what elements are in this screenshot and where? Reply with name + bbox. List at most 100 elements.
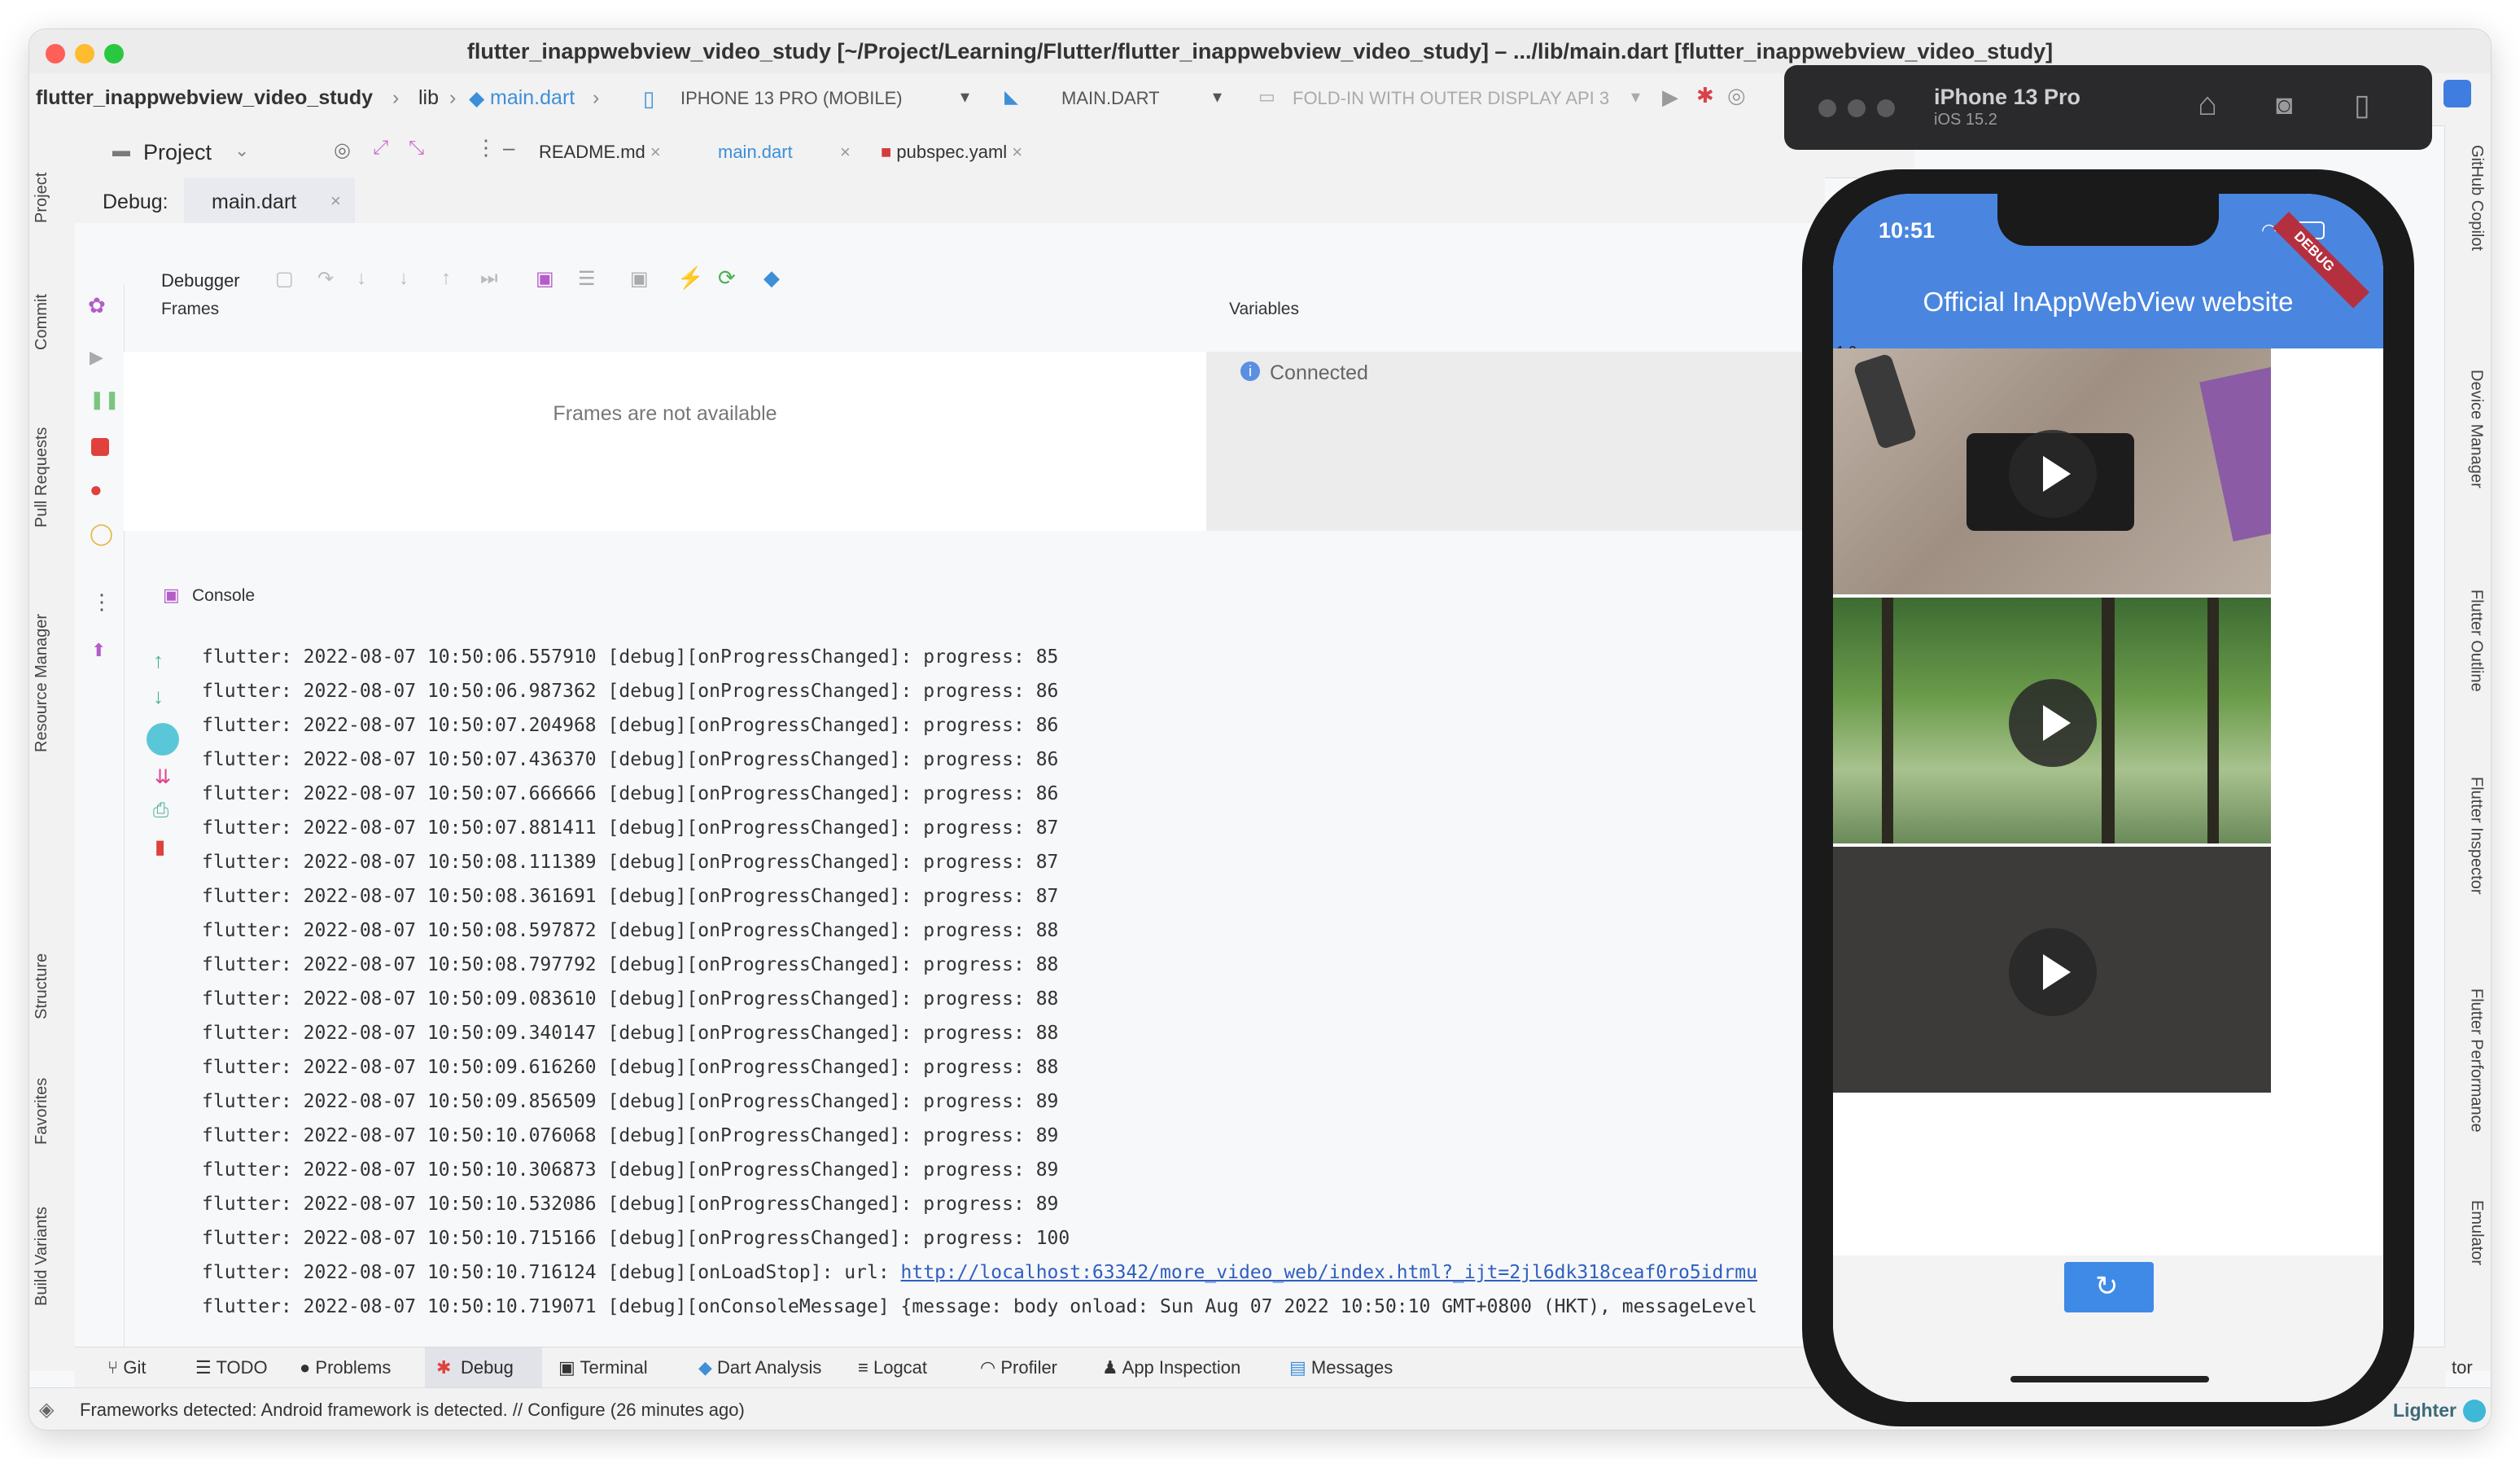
- reload-button[interactable]: ↻: [2064, 1262, 2154, 1312]
- tab-project[interactable]: Project: [33, 173, 51, 223]
- simulator-toolbar: iPhone 13 Pro iOS 15.2 ⌂ ◙ ▯: [1784, 65, 2432, 150]
- editor-tabs: README.md × main.dart × ■ pubspec.yaml ×: [531, 125, 1914, 180]
- sim-zoom-button[interactable]: [1877, 99, 1895, 117]
- more-icon[interactable]: ⋮: [91, 589, 112, 615]
- tab-structure[interactable]: Structure: [33, 953, 51, 1019]
- messages-label: Messages: [1310, 1357, 1393, 1378]
- frames-panel: Frames are not available: [124, 352, 1206, 531]
- sim-minimize-button[interactable]: [1848, 99, 1866, 117]
- collapse-icon[interactable]: ⤡: [409, 137, 424, 160]
- run-icon[interactable]: ▶: [1662, 85, 1678, 110]
- project-panel-title[interactable]: Project: [143, 140, 212, 165]
- video-player[interactable]: [1833, 348, 2271, 594]
- tab-resource-manager[interactable]: Resource Manager: [33, 614, 51, 752]
- tab-flutter-performance[interactable]: Flutter Performance: [2467, 988, 2486, 1133]
- tab-app-inspection[interactable]: ♟ App Inspection: [1102, 1357, 1240, 1378]
- tab-emulator[interactable]: Emulator: [2467, 1200, 2486, 1265]
- print-icon[interactable]: ⎙: [153, 800, 168, 822]
- run-config-selector[interactable]: ◣ MAIN.DART ▾: [993, 80, 1237, 116]
- tab-git[interactable]: ⑂ Git: [107, 1357, 146, 1378]
- status-message[interactable]: Frameworks detected: Android framework i…: [80, 1400, 745, 1421]
- scroll-to-end-icon[interactable]: ⇊: [155, 765, 171, 789]
- pin-icon[interactable]: ⬆: [91, 640, 106, 661]
- account-icon[interactable]: [2443, 80, 2471, 107]
- play-icon[interactable]: [2009, 430, 2097, 518]
- tab-build-variants[interactable]: Build Variants: [33, 1207, 51, 1306]
- close-icon[interactable]: ×: [1012, 142, 1022, 162]
- tab-main-dart[interactable]: main.dart ×: [710, 125, 864, 180]
- pause-icon[interactable]: ❚❚: [90, 389, 120, 410]
- tab-debug[interactable]: ✱ Debug: [425, 1347, 542, 1388]
- layers-icon[interactable]: ◈: [39, 1398, 54, 1422]
- breadcrumb-project[interactable]: flutter_inappwebview_video_study: [36, 86, 373, 110]
- console-tab[interactable]: Console: [192, 586, 255, 606]
- tab-emulator-fragment[interactable]: tor: [2452, 1357, 2473, 1378]
- tab-favorites[interactable]: Favorites: [33, 1078, 51, 1145]
- screenshot-camera-icon[interactable]: ◙: [2276, 90, 2293, 121]
- close-icon[interactable]: ×: [840, 142, 851, 163]
- mute-breakpoints-icon[interactable]: ◯: [90, 521, 113, 546]
- console-line: flutter: 2022-08-07 10:50:09.083610 [deb…: [202, 988, 1059, 1010]
- clear-console-icon[interactable]: ▮: [155, 835, 165, 859]
- stop-icon[interactable]: [91, 438, 109, 456]
- console-line: flutter: 2022-08-07 10:50:10.306873 [deb…: [202, 1159, 1059, 1181]
- attach-icon[interactable]: ◎: [1727, 83, 1746, 108]
- debug-tab-main-dart[interactable]: main.dart ×: [184, 177, 355, 226]
- tab-flutter-inspector[interactable]: Flutter Inspector: [2467, 777, 2486, 895]
- chevron-down-icon: ▾: [960, 86, 970, 107]
- phone-icon: ▯: [643, 86, 655, 111]
- video-player[interactable]: [1833, 598, 2271, 843]
- scroll-down-icon[interactable]: ↓: [153, 684, 164, 709]
- sim-close-button[interactable]: [1818, 99, 1836, 117]
- debug-bug-icon[interactable]: ✱: [1696, 83, 1714, 108]
- frames-header: Frames: [124, 285, 1206, 331]
- tab-messages[interactable]: ▤ Messages: [1289, 1357, 1393, 1378]
- resume-icon[interactable]: ▶: [90, 347, 103, 368]
- video-player[interactable]: [1833, 847, 2271, 1093]
- tab-profiler[interactable]: ◠ Profiler: [980, 1357, 1057, 1378]
- play-icon[interactable]: [2009, 928, 2097, 1016]
- breadcrumb-main-dart[interactable]: main.dart: [490, 86, 575, 110]
- home-icon[interactable]: ⌂: [2198, 86, 2217, 123]
- tab-todo[interactable]: ☰ TODO: [195, 1357, 268, 1378]
- close-icon[interactable]: ×: [650, 142, 661, 162]
- tab-device-manager[interactable]: Device Manager: [2467, 370, 2486, 489]
- scroll-up-icon[interactable]: ↑: [153, 648, 164, 673]
- console-line: flutter: 2022-08-07 10:50:06.557910 [deb…: [202, 646, 1059, 668]
- tab-terminal[interactable]: ▣ Terminal: [558, 1357, 648, 1378]
- expand-icon[interactable]: ⤢: [373, 137, 388, 160]
- debug-label: Debug:: [103, 191, 168, 213]
- close-icon[interactable]: ×: [330, 191, 341, 212]
- play-icon[interactable]: [2009, 679, 2097, 767]
- rotate-icon[interactable]: ▯: [2354, 88, 2370, 122]
- chevron-down-icon[interactable]: ⌄: [234, 140, 249, 161]
- hide-panel-icon[interactable]: –: [503, 135, 514, 160]
- console-line: flutter: 2022-08-07 10:50:07.204968 [deb…: [202, 715, 1059, 736]
- console-line-console-message: flutter: 2022-08-07 10:50:10.719071 [deb…: [202, 1296, 1757, 1317]
- logcat-label: Logcat: [873, 1357, 928, 1378]
- console-line: flutter: 2022-08-07 10:50:08.597872 [deb…: [202, 920, 1059, 941]
- tab-flutter-outline[interactable]: Flutter Outline: [2467, 589, 2486, 692]
- load-stop-url[interactable]: http://localhost:63342/more_video_web/in…: [901, 1262, 1757, 1283]
- settings-icon[interactable]: ✿: [88, 293, 106, 318]
- tab-pubspec[interactable]: ■ pubspec.yaml ×: [881, 142, 1022, 163]
- tab-problems[interactable]: ● Problems: [300, 1357, 391, 1378]
- tab-pull-requests[interactable]: Pull Requests: [33, 427, 51, 528]
- more-options-icon[interactable]: ⋮: [475, 135, 497, 160]
- locate-icon[interactable]: ◎: [334, 138, 351, 162]
- console-output[interactable]: flutter: 2022-08-07 10:50:06.557910 [deb…: [181, 632, 1825, 1340]
- tab-readme[interactable]: README.md ×: [539, 142, 661, 163]
- terminal-label: Terminal: [580, 1357, 648, 1378]
- breakpoints-icon[interactable]: ●: [90, 477, 103, 502]
- tab-commit[interactable]: Commit: [33, 294, 51, 350]
- soft-wrap-icon[interactable]: [147, 723, 179, 756]
- tab-dart-analysis[interactable]: ◆ Dart Analysis: [698, 1357, 821, 1378]
- tab-github-copilot[interactable]: GitHub Copilot: [2467, 145, 2486, 251]
- theme-label[interactable]: Lighter: [2393, 1400, 2457, 1422]
- emulator-selector[interactable]: ▭ FOLD-IN WITH OUTER DISPLAY API 3 ▾: [1250, 80, 1657, 116]
- lock-icon: ■: [881, 142, 892, 162]
- tab-logcat[interactable]: ≡ Logcat: [858, 1357, 927, 1378]
- wifi-icon: ◠: [2261, 220, 2277, 240]
- breadcrumb-lib[interactable]: lib: [418, 86, 439, 110]
- device-selector[interactable]: ▯ IPHONE 13 PRO (MOBILE) ▾: [638, 80, 988, 116]
